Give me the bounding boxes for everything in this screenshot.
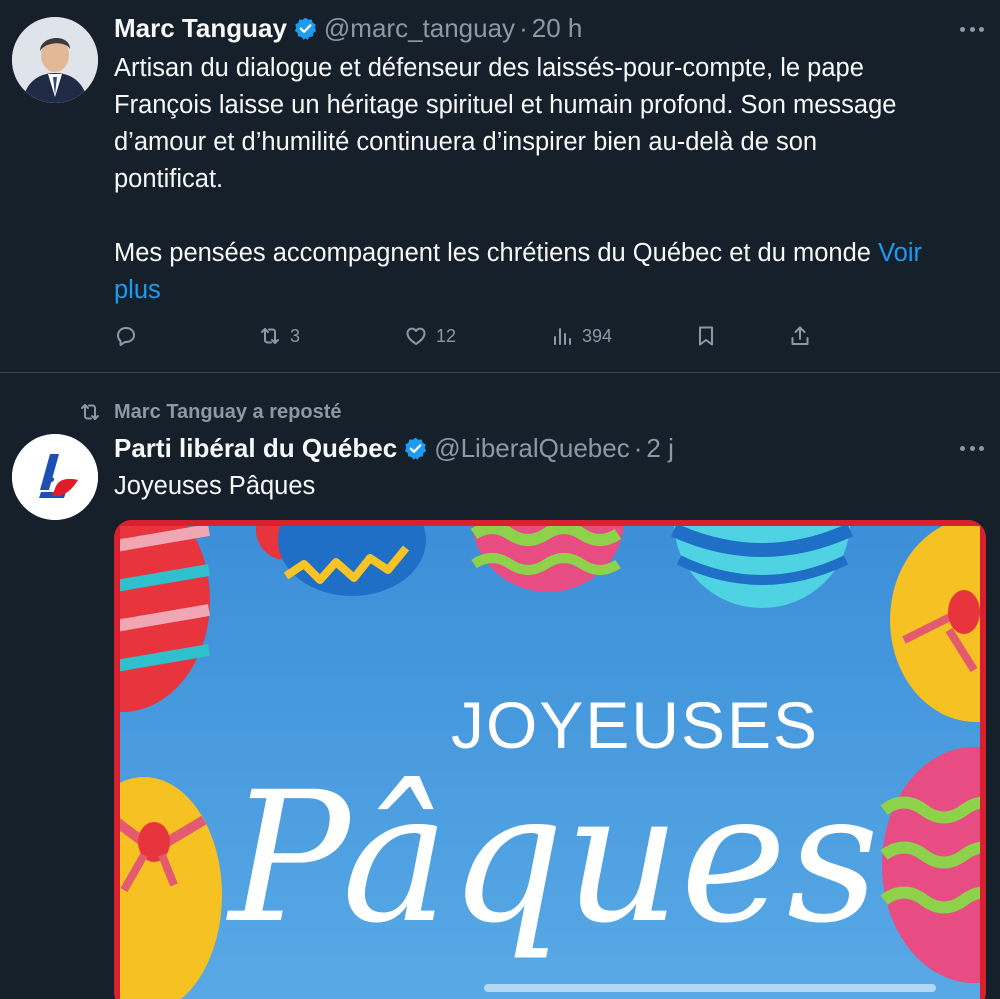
tweet-image[interactable]: JOYEUSES Pâques — [114, 520, 986, 999]
tweet-text-line: Artisan du dialogue et défenseur des lai… — [114, 54, 864, 82]
tweet-marc-tanguay[interactable]: Marc Tanguay @marc_tanguay · 20 h Artisa… — [0, 0, 1000, 373]
tweet-text-line: François laisse un héritage spirituel et… — [114, 91, 897, 119]
heart-icon — [406, 327, 426, 345]
author-name[interactable]: Parti libéral du Québec — [114, 433, 397, 464]
more-options-icon[interactable] — [960, 24, 984, 34]
reply-icon — [117, 327, 135, 346]
author-avatar[interactable] — [12, 17, 98, 103]
author-name[interactable]: Marc Tanguay — [114, 13, 287, 44]
verified-badge-icon — [405, 437, 427, 460]
repost-icon — [81, 404, 99, 420]
tweet-header: Marc Tanguay @marc_tanguay · 20 h — [114, 11, 582, 45]
author-avatar[interactable] — [12, 434, 98, 520]
verified-badge-icon — [294, 17, 317, 40]
tweet-text-paragraph: plus — [114, 272, 984, 309]
share-button[interactable] — [788, 318, 812, 354]
easter-greeting-image: JOYEUSES Pâques — [114, 520, 986, 999]
more-options-icon[interactable] — [960, 443, 984, 453]
tweet-text: Artisan du dialogue et défenseur des lai… — [114, 50, 984, 309]
liberal-party-logo-icon — [12, 434, 98, 520]
tweet-actions: 3 12 394 — [114, 318, 834, 354]
tweet-text-line: pontificat. — [114, 165, 224, 193]
repost-label: Marc Tanguay a reposté — [114, 400, 342, 423]
views-icon — [554, 328, 571, 345]
like-count: 12 — [436, 325, 457, 346]
bookmark-icon — [699, 326, 713, 346]
tweet-timestamp[interactable]: 20 h — [532, 13, 583, 44]
views-count: 394 — [582, 325, 613, 346]
person-avatar-icon — [12, 17, 98, 103]
retweet-icon — [261, 328, 279, 344]
tweet-timestamp[interactable]: 2 j — [646, 433, 673, 464]
see-more-link-continued[interactable]: plus — [114, 276, 161, 304]
author-handle[interactable]: @LiberalQuebec — [434, 433, 630, 464]
retweet-button[interactable]: 3 — [258, 318, 300, 354]
see-more-link[interactable]: Voir — [878, 239, 922, 267]
image-script-text: Pâques — [226, 754, 879, 963]
separator-dot: · — [633, 432, 643, 463]
views-button[interactable]: 394 — [550, 318, 612, 354]
author-handle[interactable]: @marc_tanguay — [324, 13, 515, 44]
repost-context[interactable]: Marc Tanguay a reposté — [78, 398, 341, 426]
home-indicator[interactable] — [484, 984, 936, 992]
like-button[interactable]: 12 — [404, 318, 456, 354]
share-icon — [791, 326, 809, 345]
bookmark-button[interactable] — [694, 318, 718, 354]
tweet-text-line: d’amour et d’humilité continuera d’inspi… — [114, 128, 818, 156]
separator-dot: · — [519, 12, 528, 43]
image-headline: JOYEUSES — [451, 688, 819, 762]
tweet-text: Joyeuses Pâques — [114, 472, 316, 500]
reply-button[interactable] — [114, 318, 138, 354]
retweet-count: 3 — [290, 325, 301, 346]
tweet-liberal-quebec[interactable]: Marc Tanguay a reposté Parti libéral du … — [0, 374, 1000, 999]
tweet-header: Parti libéral du Québec @LiberalQuebec ·… — [114, 431, 674, 465]
tweet-text-line: Mes pensées accompagnent les chrétiens d… — [114, 239, 879, 267]
tweet-text-paragraph: Mes pensées accompagnent les chrétiens d… — [114, 235, 984, 272]
